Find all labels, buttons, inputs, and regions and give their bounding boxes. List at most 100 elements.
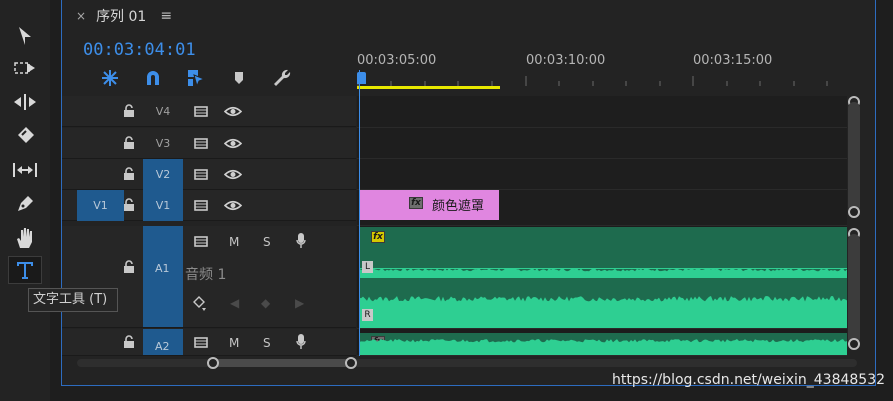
scroll-track[interactable] (77, 359, 857, 367)
ripple-edit-tool[interactable] (8, 88, 42, 116)
lane-v3[interactable] (357, 128, 847, 159)
ruler-label: 00:03:10:00 (526, 53, 606, 68)
lane-v2[interactable] (357, 159, 847, 190)
tools-panel (0, 0, 50, 401)
playhead-timecode[interactable]: 00:03:04:01 (83, 40, 196, 60)
solo-button[interactable]: S (263, 336, 271, 350)
clip-name: 颜色遮罩 (432, 199, 485, 214)
track-header-v3: V3 (62, 128, 356, 159)
track-headers: V4 V3 V2 V1 V1 A1 M S 音频 1 ◀ ◆ ▶ A2 M S (62, 96, 356, 356)
add-keyframe-icon[interactable]: ◆ (261, 296, 270, 310)
close-icon[interactable]: × (76, 9, 86, 23)
track-header-v4: V4 (62, 96, 356, 127)
eye-icon[interactable] (224, 137, 242, 150)
marker-icon (234, 72, 243, 84)
lock-icon[interactable] (123, 198, 135, 212)
horizontal-scrollbar[interactable] (77, 356, 857, 370)
track-lanes: fx 颜色遮罩 fx L R fx (357, 96, 847, 356)
track-header-a1: A1 M S 音频 1 ◀ ◆ ▶ (62, 226, 356, 328)
tooltip: 文字工具 (T) (28, 288, 118, 312)
source-patch-v1[interactable]: V1 (77, 190, 124, 221)
magnet-icon (146, 71, 159, 85)
tab-title[interactable]: 序列 01 (96, 6, 146, 26)
waveform (359, 268, 847, 328)
type-tool[interactable] (8, 256, 42, 284)
track-header-v2: V2 (62, 159, 356, 190)
hand-tool[interactable] (8, 224, 42, 252)
track-label-a2: A2 (155, 340, 170, 353)
hand-icon (17, 228, 32, 248)
fx-badge: fx (409, 197, 423, 209)
sync-lock-icon[interactable] (194, 199, 208, 212)
ruler-ticks (357, 76, 828, 86)
type-icon (17, 262, 33, 279)
eye-icon[interactable] (224, 199, 242, 212)
track-target-v4[interactable]: V4 (143, 96, 183, 127)
ruler-label: 00:03:15:00 (693, 53, 773, 68)
track-target-a1[interactable] (143, 226, 183, 327)
zoom-handle-left[interactable] (207, 357, 219, 369)
scroll-handle-bottom[interactable] (848, 206, 860, 218)
scroll-handle-bottom[interactable] (848, 338, 860, 350)
sequence-tab[interactable]: × 序列 01 ≡ (76, 6, 172, 26)
linked-selection-button[interactable] (174, 67, 217, 89)
mute-button[interactable]: M (229, 336, 239, 350)
vertical-scrollbar[interactable] (848, 96, 860, 356)
time-ruler[interactable]: 00:03:05:00 00:03:10:00 00:03:15:00 (357, 48, 847, 92)
scroll-track[interactable] (848, 102, 860, 212)
solo-button[interactable]: S (263, 235, 271, 249)
audio-clip-a1[interactable]: fx L R (359, 227, 847, 328)
eye-icon[interactable] (224, 105, 242, 118)
work-area-bar[interactable] (357, 86, 500, 89)
track-target-v2[interactable]: V2 (143, 159, 183, 190)
lock-icon[interactable] (123, 136, 135, 150)
pen-icon (18, 196, 33, 211)
nest-icon (101, 70, 118, 86)
sync-lock-icon[interactable] (194, 168, 208, 181)
ripple-edit-icon (14, 94, 36, 110)
watermark: https://blog.csdn.net/weixin_43848532 (612, 372, 886, 388)
track-name-a1[interactable]: 音频 1 (185, 264, 226, 284)
arrow-icon (19, 27, 31, 45)
panel-menu-icon[interactable]: ≡ (160, 8, 172, 24)
sync-lock-icon[interactable] (194, 137, 208, 150)
timeline-settings-button[interactable] (260, 67, 303, 89)
lock-icon[interactable] (123, 335, 135, 349)
next-keyframe-icon[interactable]: ▶ (295, 296, 304, 310)
zoom-scroll-thumb[interactable] (213, 359, 351, 367)
pen-tool[interactable] (8, 190, 42, 218)
sync-lock-icon[interactable] (194, 105, 208, 118)
timeline-controls (88, 67, 303, 89)
right-channel-label: R (362, 309, 373, 321)
scroll-track[interactable] (848, 234, 860, 344)
audio-clip-a2[interactable]: fx (359, 333, 847, 355)
slip-icon (13, 163, 37, 177)
lane-v4[interactable] (357, 96, 847, 128)
sync-lock-icon[interactable] (194, 235, 208, 248)
lock-icon[interactable] (123, 167, 135, 181)
lock-icon[interactable] (123, 260, 135, 274)
microphone-icon[interactable] (296, 334, 306, 350)
selection-tool[interactable] (8, 22, 42, 50)
fx-badge: fx (371, 231, 385, 243)
color-matte-clip[interactable]: fx 颜色遮罩 (359, 190, 499, 220)
previous-keyframe-icon[interactable]: ◀ (230, 296, 239, 310)
microphone-icon[interactable] (296, 233, 306, 249)
razor-tool[interactable] (8, 122, 42, 150)
snap-button[interactable] (131, 67, 174, 89)
left-channel-label: L (362, 261, 373, 273)
track-target-v1[interactable]: V1 (143, 190, 183, 221)
waveform (359, 339, 847, 355)
track-select-tool[interactable] (8, 54, 42, 82)
zoom-handle-right[interactable] (345, 357, 357, 369)
playhead-line (359, 70, 360, 356)
insert-nest-button[interactable] (88, 67, 131, 89)
add-marker-button[interactable] (217, 67, 260, 89)
slip-tool[interactable] (8, 156, 42, 184)
keyframe-icon[interactable] (193, 296, 207, 312)
eye-icon[interactable] (224, 168, 242, 181)
sync-lock-icon[interactable] (194, 336, 208, 349)
mute-button[interactable]: M (229, 235, 239, 249)
lock-icon[interactable] (123, 104, 135, 118)
track-target-v3[interactable]: V3 (143, 128, 183, 159)
